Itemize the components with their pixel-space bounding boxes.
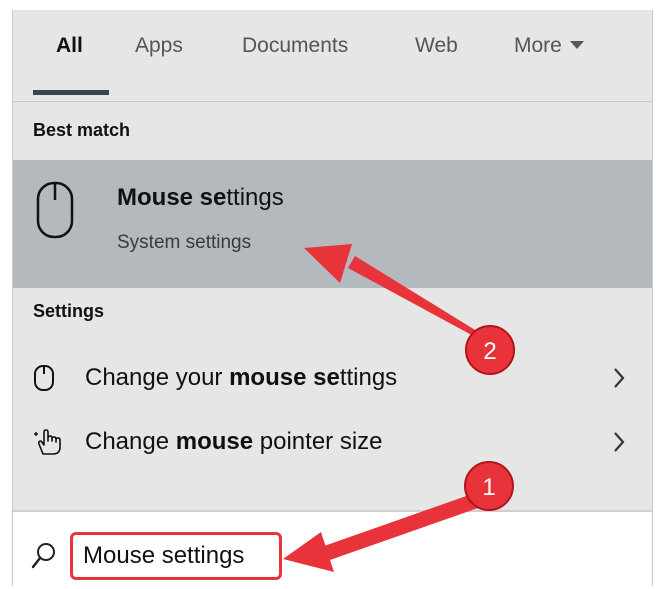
active-tab-indicator	[33, 90, 109, 95]
mouse-icon	[35, 180, 75, 245]
chevron-right-icon	[612, 366, 626, 395]
label-part: Change	[85, 428, 176, 455]
best-match-title-bold: Mouse se	[117, 184, 227, 211]
settings-header: Settings	[33, 301, 105, 321]
search-icon	[31, 542, 57, 575]
caret-down-icon	[569, 41, 584, 49]
tab-web[interactable]: Web	[415, 34, 458, 58]
settings-item-change-mouse-settings[interactable]: Change your mouse settings	[13, 350, 652, 406]
mouse-icon	[33, 364, 55, 397]
best-match-subtitle: System settings	[117, 232, 252, 253]
filter-tabs: All Apps Documents Web More	[13, 10, 652, 102]
search-results-panel: All Apps Documents Web More Best match M…	[12, 10, 653, 586]
label-part: pointer size	[253, 428, 383, 455]
settings-item-label: Change mouse pointer size	[85, 428, 383, 456]
best-match-title: Mouse settings	[117, 184, 284, 212]
tab-apps[interactable]: Apps	[135, 34, 183, 58]
search-input[interactable]	[70, 532, 282, 580]
label-bold: mouse se	[229, 364, 340, 391]
search-box	[13, 510, 652, 586]
label-bold: mouse	[175, 428, 254, 455]
best-match-item[interactable]: Mouse settings System settings	[13, 160, 652, 288]
tab-more[interactable]: More	[514, 34, 584, 58]
settings-item-change-pointer-size[interactable]: Change mouse pointer size	[13, 414, 652, 470]
tab-documents[interactable]: Documents	[242, 34, 348, 58]
label-part: ttings	[339, 364, 398, 391]
best-match-header: Best match	[33, 120, 131, 140]
settings-item-label: Change your mouse settings	[85, 364, 397, 392]
tabs-divider	[13, 101, 652, 102]
label-part: Change your	[85, 364, 230, 391]
pointer-hand-icon	[33, 428, 63, 461]
best-match-title-rest: ttings	[226, 184, 284, 211]
tab-more-label: More	[514, 34, 562, 57]
chevron-right-icon	[612, 430, 626, 459]
tab-all[interactable]: All	[56, 34, 83, 58]
